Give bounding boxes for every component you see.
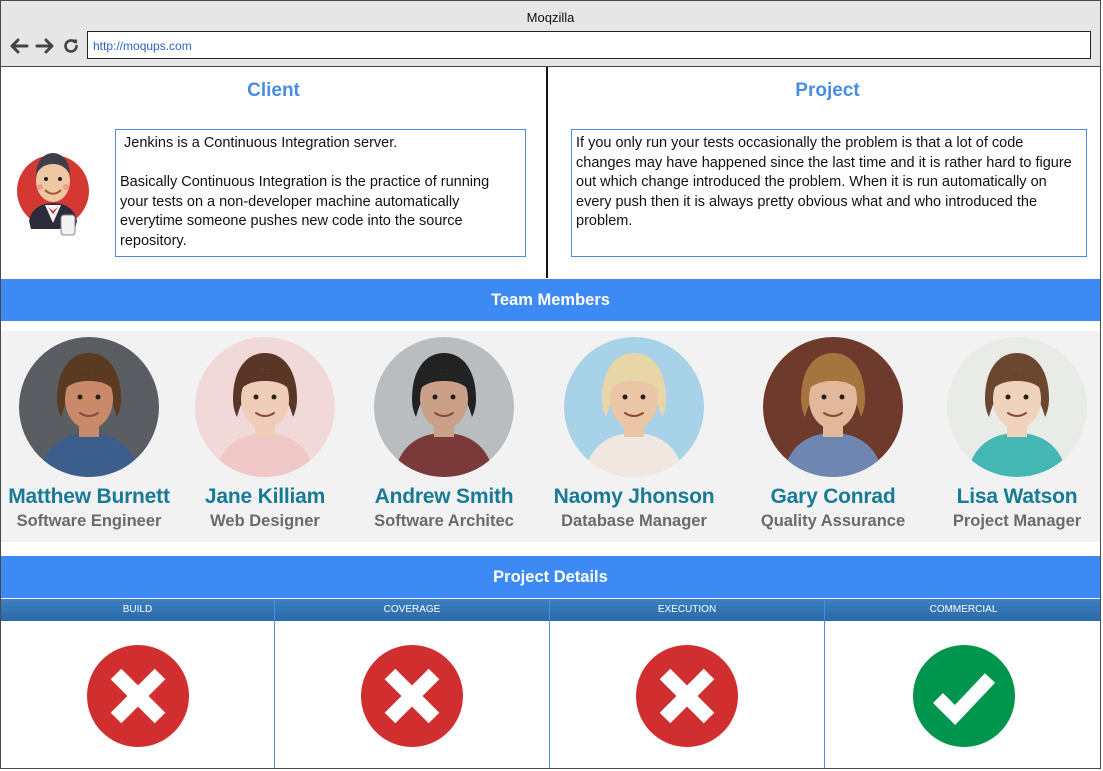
member-role: Project Manager bbox=[952, 512, 1082, 530]
browser-chrome: Moqzilla http://moqups.com bbox=[1, 1, 1100, 67]
detail-column-build: BUILD bbox=[1, 599, 275, 768]
project-heading: Project bbox=[795, 80, 860, 101]
member-name: Lisa Watson bbox=[956, 485, 1078, 508]
team-member-card[interactable]: Gary Conrad Quality Assurance bbox=[733, 337, 933, 531]
member-name: Jane Killiam bbox=[204, 485, 326, 508]
column-divider bbox=[546, 67, 548, 278]
member-role: Software Engineer bbox=[16, 512, 162, 530]
avatar bbox=[374, 337, 514, 477]
detail-column-coverage: COVERAGE bbox=[275, 599, 550, 768]
member-name: Gary Conrad bbox=[770, 485, 896, 508]
member-role: Quality Assurance bbox=[760, 512, 906, 530]
team-member-card[interactable]: Matthew Burnett Software Engineer bbox=[1, 337, 189, 531]
client-heading: Client bbox=[247, 80, 300, 101]
member-role: Database Manager bbox=[561, 512, 707, 530]
column-header: COVERAGE bbox=[275, 599, 549, 621]
team-member-card[interactable]: Jane Killiam Web Designer bbox=[165, 337, 365, 531]
column-header: COMMERCIAL bbox=[825, 599, 1100, 621]
column-header: BUILD bbox=[1, 599, 274, 621]
check-icon bbox=[912, 644, 1016, 748]
team-member-card[interactable]: Lisa Watson Project Manager bbox=[917, 337, 1100, 531]
detail-column-execution: EXECUTION bbox=[550, 599, 825, 768]
team-carousel[interactable]: Matthew Burnett Software Engineer Jane K… bbox=[1, 331, 1100, 542]
x-icon bbox=[635, 644, 739, 748]
address-bar[interactable]: http://moqups.com bbox=[87, 31, 1091, 59]
team-members-header: Team Members bbox=[1, 279, 1100, 321]
team-member-card[interactable]: Andrew Smith Software Architec bbox=[344, 337, 544, 531]
project-details-grid: BUILD COVERAGE EXECUTION COMMERCIAL bbox=[1, 599, 1100, 768]
x-icon bbox=[360, 644, 464, 748]
reload-icon[interactable] bbox=[60, 35, 82, 57]
back-arrow-icon[interactable] bbox=[8, 35, 30, 57]
avatar bbox=[763, 337, 903, 477]
detail-column-commercial: COMMERCIAL bbox=[825, 599, 1100, 768]
member-name: Matthew Burnett bbox=[8, 485, 170, 508]
overview-section: Client Project Jenkins is a Continuous I… bbox=[1, 67, 1100, 278]
avatar bbox=[195, 337, 335, 477]
jenkins-logo-icon bbox=[15, 141, 93, 243]
forward-arrow-icon[interactable] bbox=[34, 35, 56, 57]
avatar bbox=[564, 337, 704, 477]
member-name: Andrew Smith bbox=[374, 485, 514, 508]
avatar bbox=[19, 337, 159, 477]
project-description: If you only run your tests occasionally … bbox=[571, 129, 1087, 257]
team-member-card[interactable]: Naomy Jhonson Database Manager bbox=[534, 337, 734, 531]
window-title: Moqzilla bbox=[526, 10, 575, 25]
x-icon bbox=[86, 644, 190, 748]
browser-window: Moqzilla http://moqups.com Client Projec… bbox=[0, 0, 1101, 769]
avatar bbox=[947, 337, 1087, 477]
member-role: Web Designer bbox=[210, 512, 320, 530]
nav-buttons bbox=[8, 35, 82, 57]
member-name: Naomy Jhonson bbox=[553, 485, 715, 508]
member-role: Software Architec bbox=[374, 512, 514, 530]
project-details-header: Project Details bbox=[1, 556, 1100, 598]
client-description: Jenkins is a Continuous Integration serv… bbox=[115, 129, 526, 257]
column-header: EXECUTION bbox=[550, 599, 824, 621]
